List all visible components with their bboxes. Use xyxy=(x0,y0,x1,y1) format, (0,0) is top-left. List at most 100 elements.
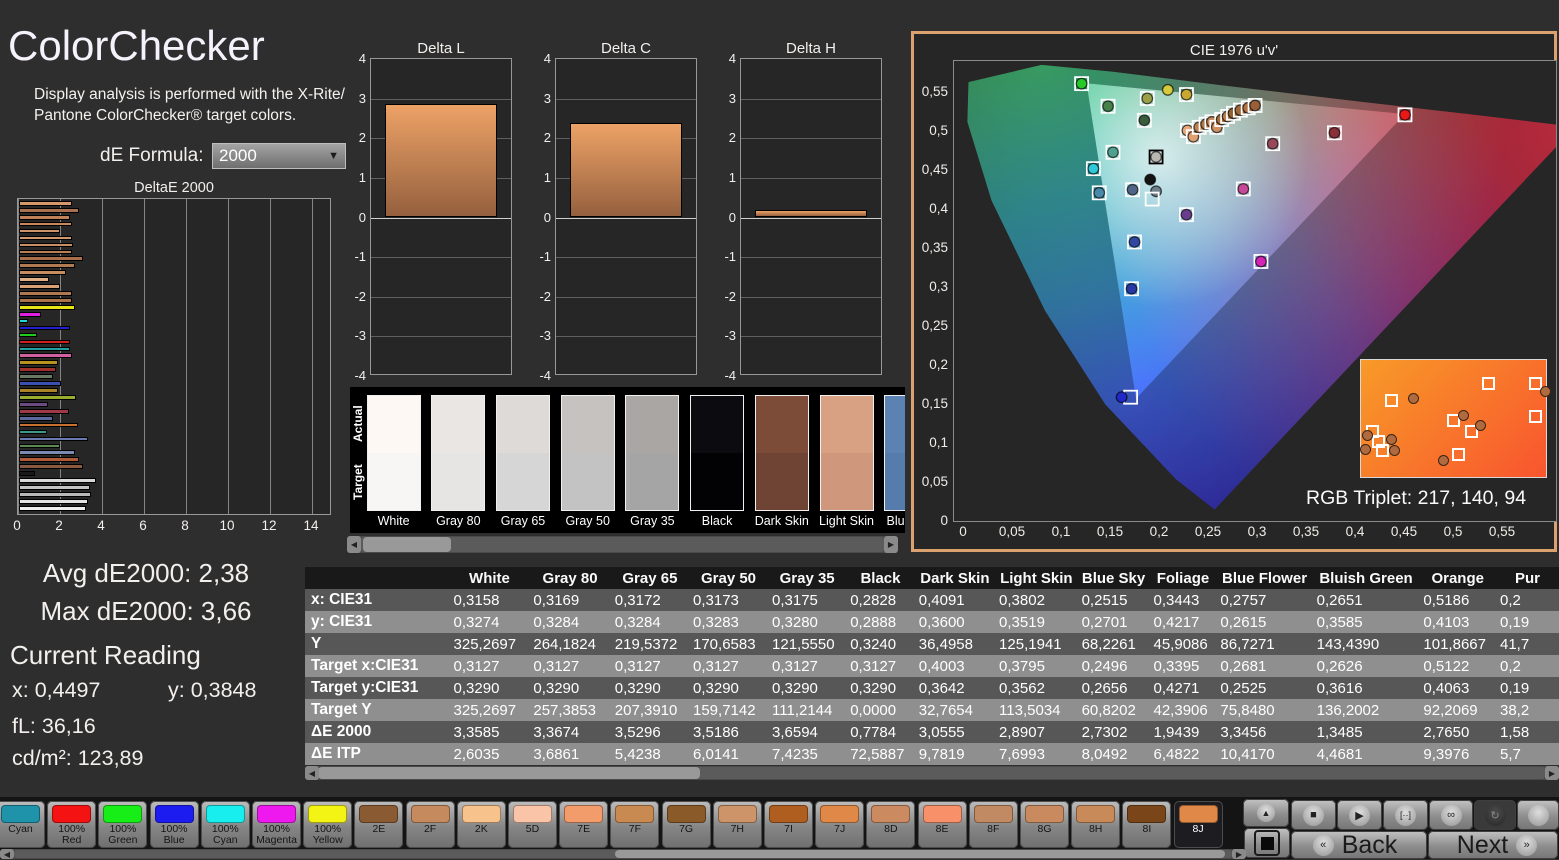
scroll-right-arrow-icon[interactable]: ▶ xyxy=(884,536,898,553)
table-cell: 143,4390 xyxy=(1312,633,1420,655)
cie-y-tick: 0,4 xyxy=(929,201,948,216)
de-bar xyxy=(19,450,75,456)
de-bar xyxy=(19,304,75,310)
de-bar xyxy=(19,471,35,476)
back-button[interactable]: « Back xyxy=(1291,831,1427,859)
cie-title: CIE 1976 u'v' xyxy=(1189,42,1279,59)
table-cell: 0,19 xyxy=(1496,677,1559,699)
delta-y-tick: 1 xyxy=(358,169,366,185)
patch-button-100-cyan[interactable]: 100% Cyan xyxy=(200,801,250,848)
cie-x-tick: 0,1 xyxy=(1051,524,1071,539)
blank-icon xyxy=(1527,804,1549,826)
table-scrollbar[interactable]: ◀ ▶ xyxy=(305,766,1559,780)
patch-button-label: 100% Magenta xyxy=(256,823,297,846)
swatch-strip-scrollbar[interactable]: ◀ ▶ xyxy=(347,536,898,553)
back-label: Back xyxy=(1341,830,1398,859)
toolbar-scrollbar[interactable]: ◀ ▶ xyxy=(0,849,1246,859)
patch-button-8j[interactable]: 8J xyxy=(1173,801,1223,848)
patch-button-label: 8I xyxy=(1142,823,1152,835)
patch-button-8f[interactable]: 8F xyxy=(968,801,1018,848)
patch-button-label: 7H xyxy=(730,823,745,835)
de-bar xyxy=(19,263,75,269)
delta-chart xyxy=(370,58,512,375)
table-cell: 0,3280 xyxy=(768,611,847,633)
scroll-left-arrow-icon[interactable]: ◀ xyxy=(305,766,319,780)
patch-button-7i[interactable]: 7I xyxy=(764,801,813,848)
patch-button-8h[interactable]: 8H xyxy=(1071,801,1121,848)
table-cell: 0,2496 xyxy=(1077,655,1150,677)
stop-button[interactable]: ■ xyxy=(1291,800,1336,830)
table-cell: 0,3175 xyxy=(768,589,847,611)
cie-x-tick: 0,15 xyxy=(1096,524,1124,539)
patch-button-7e[interactable]: 7E xyxy=(559,801,609,848)
scroll-up-button[interactable]: ▲ xyxy=(1243,799,1289,827)
table-row: ΔE 2000 3,3585 3,3674 3,5296 3,5186 3,6594 0,7… xyxy=(305,721,1559,743)
scroll-thumb[interactable] xyxy=(363,537,451,552)
next-button[interactable]: Next » xyxy=(1428,831,1558,859)
patch-button-2e[interactable]: 2E xyxy=(354,801,404,848)
patch-button-100-red[interactable]: 100% Red xyxy=(47,801,97,848)
pattern-window-button[interactable] xyxy=(1244,828,1290,858)
de-x-tick: 14 xyxy=(303,518,319,533)
patch-button-8e[interactable]: 8E xyxy=(917,801,967,848)
table-cell: 0,3158 xyxy=(449,589,530,611)
refresh-button[interactable]: ↻ xyxy=(1474,800,1516,830)
blank-button[interactable] xyxy=(1517,800,1559,830)
patch-color-chip xyxy=(973,805,1013,823)
cie-y-tick: 0,55 xyxy=(921,84,948,99)
table-cell: 0,4103 xyxy=(1419,611,1496,633)
table-cell: 0,3127 xyxy=(529,655,611,677)
table-row: Target x:CIE31 0,3127 0,3127 0,3127 0,3127 0,… xyxy=(305,655,1559,677)
table-cell: 3,3585 xyxy=(449,721,530,743)
patch-button-label: 2K xyxy=(474,823,488,835)
patch-color-chip xyxy=(513,805,552,823)
table-column-header: Foliage xyxy=(1149,567,1217,589)
patch-button-100-blue[interactable]: 100% Blue xyxy=(149,801,199,848)
table-column-header: Gray 80 xyxy=(529,567,611,589)
gridline xyxy=(741,217,881,219)
patch-button-100-green[interactable]: 100% Green xyxy=(98,801,148,848)
patch-color-chip xyxy=(871,805,911,823)
patch-button-100-magenta[interactable]: 100% Magenta xyxy=(252,801,301,848)
swatch xyxy=(819,395,874,511)
scroll-thumb[interactable] xyxy=(615,850,1225,858)
scroll-left-arrow-icon[interactable]: ◀ xyxy=(0,849,14,859)
current-reading-fl: fL: 36,16 xyxy=(12,714,96,738)
patch-button-8g[interactable]: 8G xyxy=(1020,801,1069,848)
table-cell: 3,0555 xyxy=(914,721,996,743)
table-cell: 0,4217 xyxy=(1149,611,1217,633)
patch-button-cyan[interactable]: Cyan xyxy=(0,801,45,848)
table-cell: 207,3910 xyxy=(610,699,689,721)
patch-button-2f[interactable]: 2F xyxy=(405,801,455,848)
delta-y-tick: -3 xyxy=(724,328,736,344)
swatch-target xyxy=(367,453,420,510)
gridline xyxy=(102,199,103,514)
cie-measured-point xyxy=(1075,77,1088,90)
patch-button-7h[interactable]: 7H xyxy=(712,801,762,848)
table-column-header: Pur xyxy=(1496,567,1559,589)
scroll-right-arrow-icon[interactable]: ▶ xyxy=(1545,766,1559,780)
scroll-left-arrow-icon[interactable]: ◀ xyxy=(347,536,361,553)
loop-button[interactable]: [··] xyxy=(1383,800,1428,830)
patch-button-5d[interactable]: 5D xyxy=(508,801,557,848)
patch-button-7f[interactable]: 7F xyxy=(610,801,660,848)
patch-button-2k[interactable]: 2K xyxy=(456,801,506,848)
patch-button-8i[interactable]: 8I xyxy=(1122,801,1172,848)
patch-button-100-yellow[interactable]: 100% Yellow xyxy=(303,801,353,848)
scroll-right-arrow-icon[interactable]: ▶ xyxy=(1232,849,1246,859)
patch-button-8d[interactable]: 8D xyxy=(866,801,916,848)
table-cell: 0,3284 xyxy=(529,611,611,633)
de-bar xyxy=(19,228,60,234)
table-header-row: White Gray 80 Gray 65 Gray 50 Gray 35 Black Da… xyxy=(305,567,1559,589)
de-formula-dropdown[interactable]: 2000 ▼ xyxy=(212,143,346,169)
scroll-thumb[interactable] xyxy=(318,767,700,779)
table-cell: 0,2701 xyxy=(1077,611,1150,633)
infinity-button[interactable]: ∞ xyxy=(1429,800,1473,830)
cie-y-tick: 0,1 xyxy=(929,435,948,450)
patch-button-7g[interactable]: 7G xyxy=(661,801,711,848)
de-x-tick: 0 xyxy=(13,518,21,533)
play-button[interactable]: ▶ xyxy=(1337,800,1382,830)
patch-button-7j[interactable]: 7J xyxy=(815,801,865,848)
patch-color-chip xyxy=(717,805,757,823)
cie-y-tick: 0,3 xyxy=(929,279,948,294)
